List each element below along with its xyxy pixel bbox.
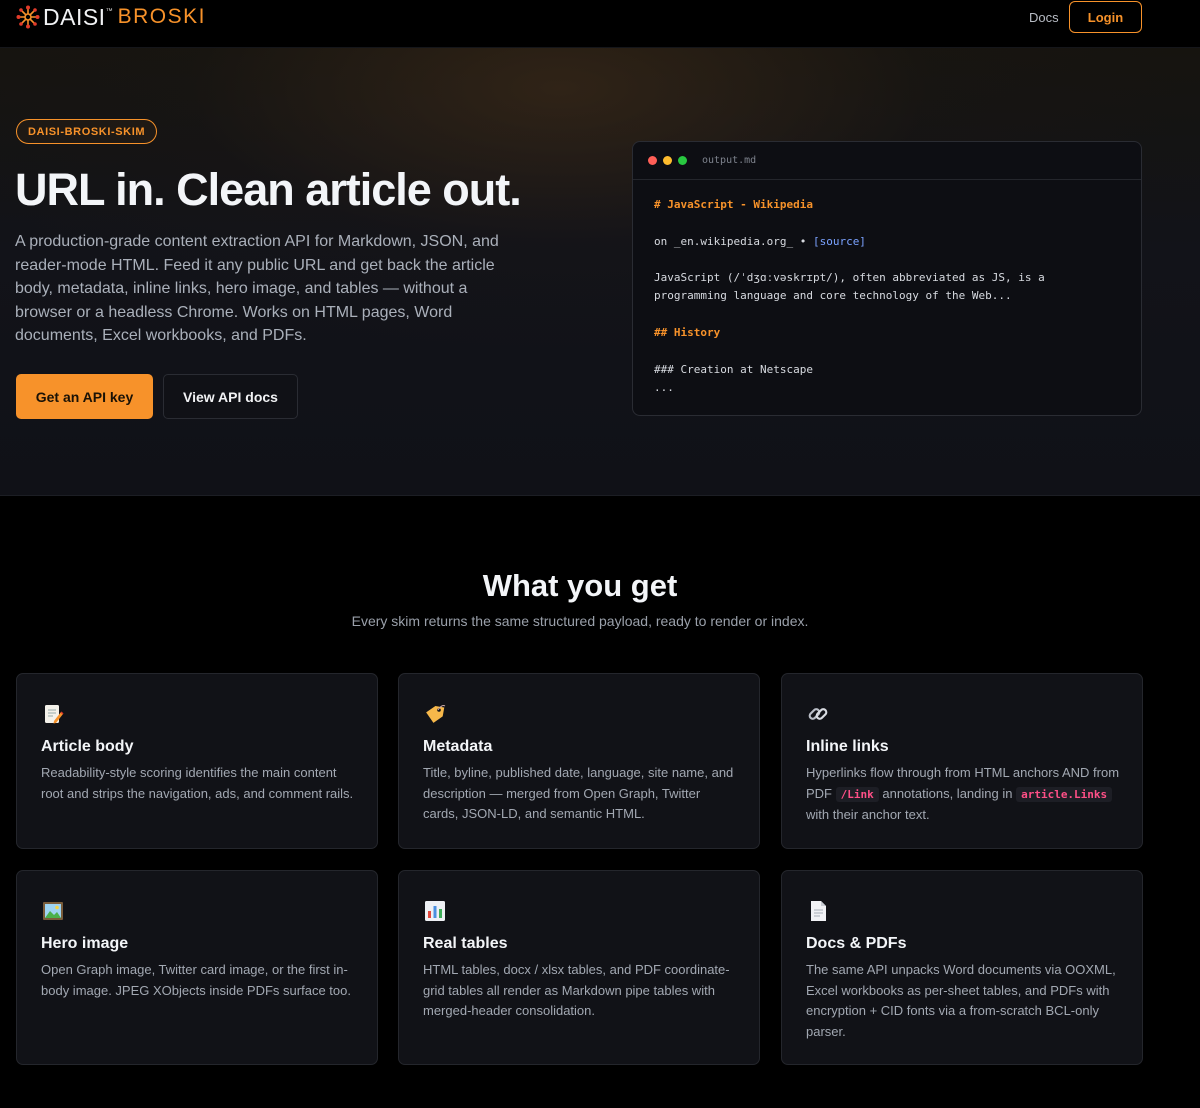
close-dot-icon [648, 156, 657, 165]
brand-trademark: ™ [105, 8, 113, 15]
card-title: Article body [41, 738, 134, 755]
product-pill: DAISI-BROSKI-SKIM [16, 119, 158, 144]
hero-description: A production-grade content extraction AP… [15, 233, 499, 344]
code-line-source: on _en.wikipedia.org_ • [source] [654, 235, 866, 249]
nav-docs-link[interactable]: Docs [1029, 10, 1059, 26]
memo-icon [45, 705, 64, 724]
card-text: The same API unpacks Word documents via … [806, 962, 1116, 1039]
code-preview-window: output.md # JavaScript - Wikipedia on _e… [632, 141, 1142, 416]
inline-code-link: /Link [835, 786, 879, 802]
window-titlebar: output.md [633, 142, 1141, 180]
source-link: [source] [812, 235, 866, 248]
code-line-ellipsis: ... [654, 381, 674, 394]
bar-chart-icon [425, 901, 445, 921]
card-text: Readability-style scoring identifies the… [41, 765, 354, 801]
brand-name-primary: DAISI [43, 4, 106, 30]
view-api-docs-button[interactable]: View API docs [163, 374, 298, 419]
feature-card-hero-image: Hero image Open Graph image, Twitter car… [16, 870, 378, 1065]
code-line-body-2: programming language and core technology… [654, 289, 1012, 302]
code-line-h3: ### Creation at Netscape [654, 363, 813, 376]
tag-icon [426, 705, 446, 723]
feature-card-metadata: Metadata Title, byline, published date, … [398, 673, 760, 849]
card-title: Real tables [423, 935, 508, 952]
card-text: HTML tables, docx / xlsx tables, and PDF… [423, 962, 730, 1018]
card-text-part: with their anchor text. [806, 807, 930, 822]
feature-card-real-tables: Real tables HTML tables, docx / xlsx tab… [398, 870, 760, 1065]
maximize-dot-icon [678, 156, 687, 165]
card-text: Title, byline, published date, language,… [423, 765, 734, 821]
card-title: Inline links [806, 738, 889, 755]
card-title: Hero image [41, 935, 129, 952]
feature-card-inline-links: Inline links Hyperlinks flow through fro… [781, 673, 1143, 849]
code-line-body-1: JavaScript (/ˈdʒɑːvəskrɪpt/), often abbr… [654, 271, 1045, 284]
daisi-logo-icon [16, 5, 40, 29]
code-line-title: # JavaScript - Wikipedia [654, 198, 813, 211]
feature-card-docs-pdfs: Docs & PDFs The same API unpacks Word do… [781, 870, 1143, 1065]
hero-section: DAISI-BROSKI-SKIM URL in. Clean article … [0, 48, 1200, 496]
card-title: Metadata [423, 738, 493, 755]
window-filename: output.md [702, 155, 757, 166]
top-nav: DAISI ™ BROSKI Docs Login [0, 0, 1200, 48]
minimize-dot-icon [663, 156, 672, 165]
section-subtitle: Every skim returns the same structured p… [351, 613, 809, 629]
card-text: Open Graph image, Twitter card image, or… [41, 962, 351, 998]
section-title: What you get [482, 568, 678, 603]
feature-card-article-body: Article body Readability-style scoring i… [16, 673, 378, 849]
document-icon [811, 901, 826, 921]
code-line-h2: ## History [654, 326, 721, 339]
card-text-part: annotations, landing in [878, 785, 1017, 801]
link-icon [808, 708, 828, 720]
hero-title: URL in. Clean article out. [15, 164, 522, 215]
source-prefix: on _en.wikipedia.org_ • [654, 235, 813, 248]
brand-name-secondary: BROSKI [117, 5, 206, 28]
get-api-key-button[interactable]: Get an API key [16, 374, 153, 419]
login-button[interactable]: Login [1069, 1, 1142, 33]
picture-icon [43, 902, 63, 920]
brand-logo[interactable]: DAISI ™ BROSKI [16, 5, 206, 29]
inline-code-article-links: article.Links [1016, 786, 1113, 802]
card-text: Hyperlinks flow through from HTML anchor… [806, 763, 1122, 826]
card-title: Docs & PDFs [806, 935, 907, 952]
